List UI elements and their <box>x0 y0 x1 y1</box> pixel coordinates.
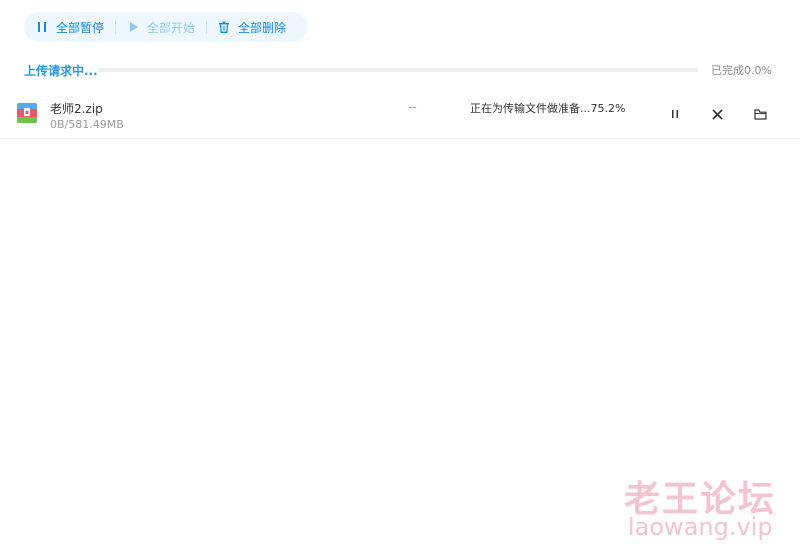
start-all-label: 全部开始 <box>147 20 196 35</box>
overall-progress: 上传请求中... 已完成0.0% <box>24 61 776 79</box>
close-icon <box>711 108 723 120</box>
delete-all-button[interactable]: 全部删除 <box>218 19 286 36</box>
transfer-row[interactable]: 老师2.zip 0B/581.49MB -- 正在为传输文件做准备...75.2… <box>0 91 800 139</box>
toolbar-divider <box>115 20 117 34</box>
zip-archive-icon <box>17 103 37 123</box>
open-folder-button[interactable] <box>752 106 768 122</box>
watermark-url: laowang.vip <box>628 513 773 541</box>
toolbar: 全部暂停 全部开始 全部删除 <box>24 12 307 42</box>
play-icon <box>130 22 139 32</box>
completed-percent: 已完成0.0% <box>711 64 772 77</box>
file-name: 老师2.zip <box>50 102 103 116</box>
transfer-speed: -- <box>408 100 417 114</box>
transfer-panel: 全部暂停 全部开始 全部删除 上传请求中... 已完成0.0% 老师2.zip … <box>0 0 800 553</box>
pause-icon <box>38 22 46 32</box>
delete-all-label: 全部删除 <box>238 20 287 35</box>
pause-button[interactable] <box>667 106 683 122</box>
cancel-button[interactable] <box>709 106 725 122</box>
pause-icon <box>672 110 678 118</box>
folder-icon <box>753 108 767 120</box>
toolbar-divider <box>206 20 208 34</box>
transfer-progress-text: 正在为传输文件做准备...75.2% <box>470 102 626 115</box>
start-all-button[interactable]: 全部开始 <box>127 19 195 36</box>
pause-all-label: 全部暂停 <box>56 20 105 35</box>
file-size: 0B/581.49MB <box>50 118 124 131</box>
overall-progress-bar <box>98 68 698 72</box>
upload-status-text: 上传请求中... <box>24 64 98 78</box>
pause-all-button[interactable]: 全部暂停 <box>36 19 104 36</box>
trash-icon <box>219 21 230 33</box>
